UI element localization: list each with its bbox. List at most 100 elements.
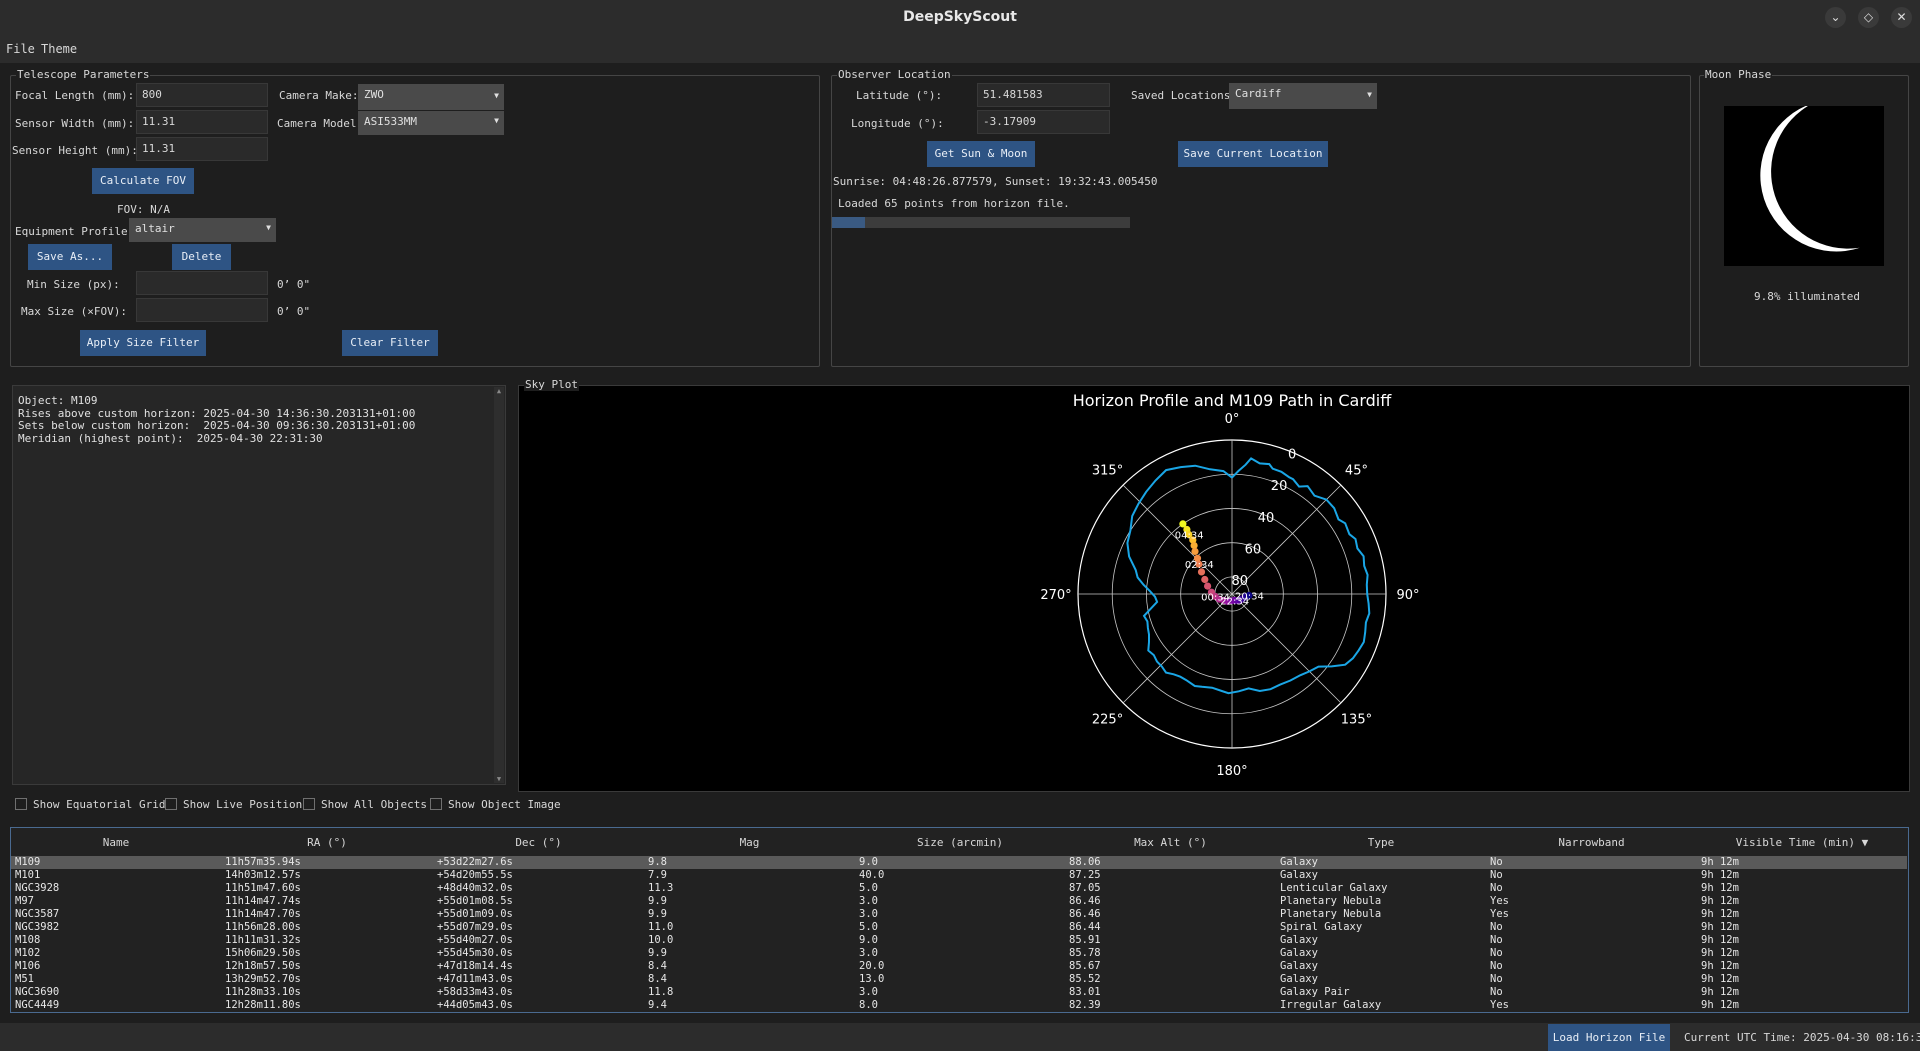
chevron-down-icon: ▼ [266,223,271,232]
equipment-profile-value: altair [135,222,175,235]
delete-profile-button[interactable]: Delete [172,244,231,270]
cell-type: Spiral Galaxy [1280,921,1363,933]
cell-size: 3.0 [859,908,878,920]
col-header-narrowband[interactable]: Narrowband [1486,836,1697,849]
save-current-location-button[interactable]: Save Current Location [1178,141,1328,167]
menu-theme[interactable]: Theme [41,42,77,56]
cell-type: Galaxy [1280,869,1318,881]
cell-visible-time: 9h 12m [1701,856,1739,868]
apply-size-filter-button[interactable]: Apply Size Filter [80,330,206,356]
object-image-label: Show Object Image [448,798,561,811]
cell-type: Galaxy Pair [1280,986,1350,998]
col-header-max-alt[interactable]: Max Alt (°) [1065,836,1276,849]
saved-locations-label: Saved Locations: [1131,89,1237,102]
menu-bar [0,35,1920,63]
cell-narrowband: No [1490,856,1503,868]
table-row[interactable]: NGC3928 11h51m47.60s +48d40m32.0s 11.3 5.0 87… [11,882,1907,895]
table-row[interactable]: NGC3587 11h14m47.70s +55d01m09.0s 9.9 3.0 86.… [11,908,1907,921]
cell-type: Irregular Galaxy [1280,999,1382,1011]
all-objects-checkbox[interactable] [303,798,315,810]
progress-bar [832,217,1130,228]
sensor-width-input[interactable]: 11.31 [136,110,268,134]
equipment-profile-select[interactable]: altair ▼ [129,218,276,242]
cell-mag: 8.4 [648,973,667,985]
col-header-type[interactable]: Type [1276,836,1486,849]
theta-tick-label: 90° [1396,588,1419,603]
info-line: Sets below custom horizon: 2025-04-30 09… [18,419,416,432]
col-header-name[interactable]: Name [11,836,221,849]
load-horizon-file-button[interactable]: Load Horizon File [1548,1024,1670,1051]
col-header-dec[interactable]: Dec (°) [433,836,644,849]
chevron-down-icon: ▼ [1367,90,1372,99]
cell-narrowband: No [1490,934,1503,946]
focal-length-input[interactable]: 800 [136,83,268,107]
chevron-down-icon: ⌄ [1830,10,1841,24]
col-header-size[interactable]: Size (arcmin) [855,836,1065,849]
table-row[interactable]: NGC3690 11h28m33.10s +58d33m43.0s 11.8 3.0 83… [11,986,1907,999]
menu-file[interactable]: File [6,42,35,56]
table-row[interactable]: M101 14h03m12.57s +54d20m55.5s 7.9 40.0 87.25… [11,869,1907,882]
cell-narrowband: No [1490,947,1503,959]
table-row[interactable]: NGC3982 11h56m28.00s +55d07m29.0s 11.0 5.0 86… [11,921,1907,934]
cell-dec: +54d20m55.5s [437,869,513,881]
cell-dec: +44d05m43.0s [437,999,513,1011]
cell-max-alt: 87.25 [1069,869,1101,881]
latitude-input[interactable]: 51.481583 [977,83,1110,107]
cell-max-alt: 88.06 [1069,856,1101,868]
equatorial-grid-label: Show Equatorial Grid [33,798,166,811]
polar-grid [1077,439,1387,749]
object-info-textarea[interactable]: Object: M109 Rises above custom horizon:… [12,385,506,785]
cell-visible-time: 9h 12m [1701,908,1739,920]
maximize-button[interactable]: ◇ [1858,7,1879,28]
sensor-height-label: Sensor Height (mm): [12,144,138,157]
table-row[interactable]: M51 13h29m52.70s +47d11m43.0s 8.4 13.0 85.52 G… [11,973,1907,986]
longitude-label: Longitude (°): [851,117,944,130]
max-size-input[interactable] [136,298,268,322]
scroll-up-icon[interactable]: ▲ [495,387,503,395]
minimize-button[interactable]: ⌄ [1825,7,1846,28]
cell-dec: +58d33m43.0s [437,986,513,998]
saved-locations-select[interactable]: Cardiff ▼ [1229,83,1377,109]
table-row[interactable]: M102 15h06m29.50s +55d45m30.0s 9.9 3.0 85.78 G… [11,947,1907,960]
col-header-mag[interactable]: Mag [644,836,855,849]
get-sun-moon-button[interactable]: Get Sun & Moon [927,141,1035,167]
track-time-label: 20:34 [1235,592,1264,603]
r-tick-label: 20 [1271,479,1288,494]
cell-narrowband: Yes [1490,895,1509,907]
r-tick-label: 0 [1288,448,1296,463]
table-row[interactable]: M109 11h57m35.94s +53d22m27.6s 9.8 9.0 88.06 G… [11,856,1907,869]
table-row[interactable]: M108 11h11m31.32s +55d40m27.0s 10.0 9.0 85.91… [11,934,1907,947]
save-as-button[interactable]: Save As... [28,244,112,270]
skyplot-panel-title: Sky Plot [524,378,579,391]
table-row[interactable]: M97 11h14m47.74s +55d01m08.5s 9.9 3.0 86.46 Pl… [11,895,1907,908]
scroll-down-icon[interactable]: ▼ [495,775,503,783]
cell-dec: +48d40m32.0s [437,882,513,894]
equatorial-grid-checkbox[interactable] [15,798,27,810]
table-row[interactable]: NGC4449 12h28m11.80s +44d05m43.0s 9.4 8.0 82.… [11,999,1907,1012]
min-size-label: Min Size (px): [27,278,120,291]
col-header-visible-time[interactable]: Visible Time (min) ▼ [1697,836,1907,849]
live-position-checkbox[interactable] [165,798,177,810]
min-size-input[interactable] [136,271,268,295]
cell-ra: 14h03m12.57s [225,869,301,881]
info-scrollbar[interactable]: ▲ ▼ [494,387,504,783]
close-button[interactable]: ✕ [1891,7,1912,28]
cell-dec: +55d45m30.0s [437,947,513,959]
track-point [1201,575,1209,584]
cell-narrowband: No [1490,973,1503,985]
clear-filter-button[interactable]: Clear Filter [342,330,438,356]
camera-model-select[interactable]: ASI533MM ▼ [358,111,504,135]
table-row[interactable]: M106 12h18m57.50s +47d18m14.4s 8.4 20.0 85.67… [11,960,1907,973]
focal-length-label: Focal Length (mm): [15,89,135,102]
object-image-checkbox[interactable] [430,798,442,810]
longitude-input[interactable]: -3.17909 [977,110,1110,134]
cell-name: M101 [15,869,41,881]
sensor-height-input[interactable]: 11.31 [136,137,268,161]
cell-narrowband: No [1490,869,1503,881]
calculate-fov-button[interactable]: Calculate FOV [92,168,194,194]
cell-visible-time: 9h 12m [1701,921,1739,933]
diamond-icon: ◇ [1863,10,1874,24]
col-header-ra[interactable]: RA (°) [221,836,433,849]
cell-mag: 8.4 [648,960,667,972]
camera-make-select[interactable]: ZWO ▼ [358,84,504,110]
